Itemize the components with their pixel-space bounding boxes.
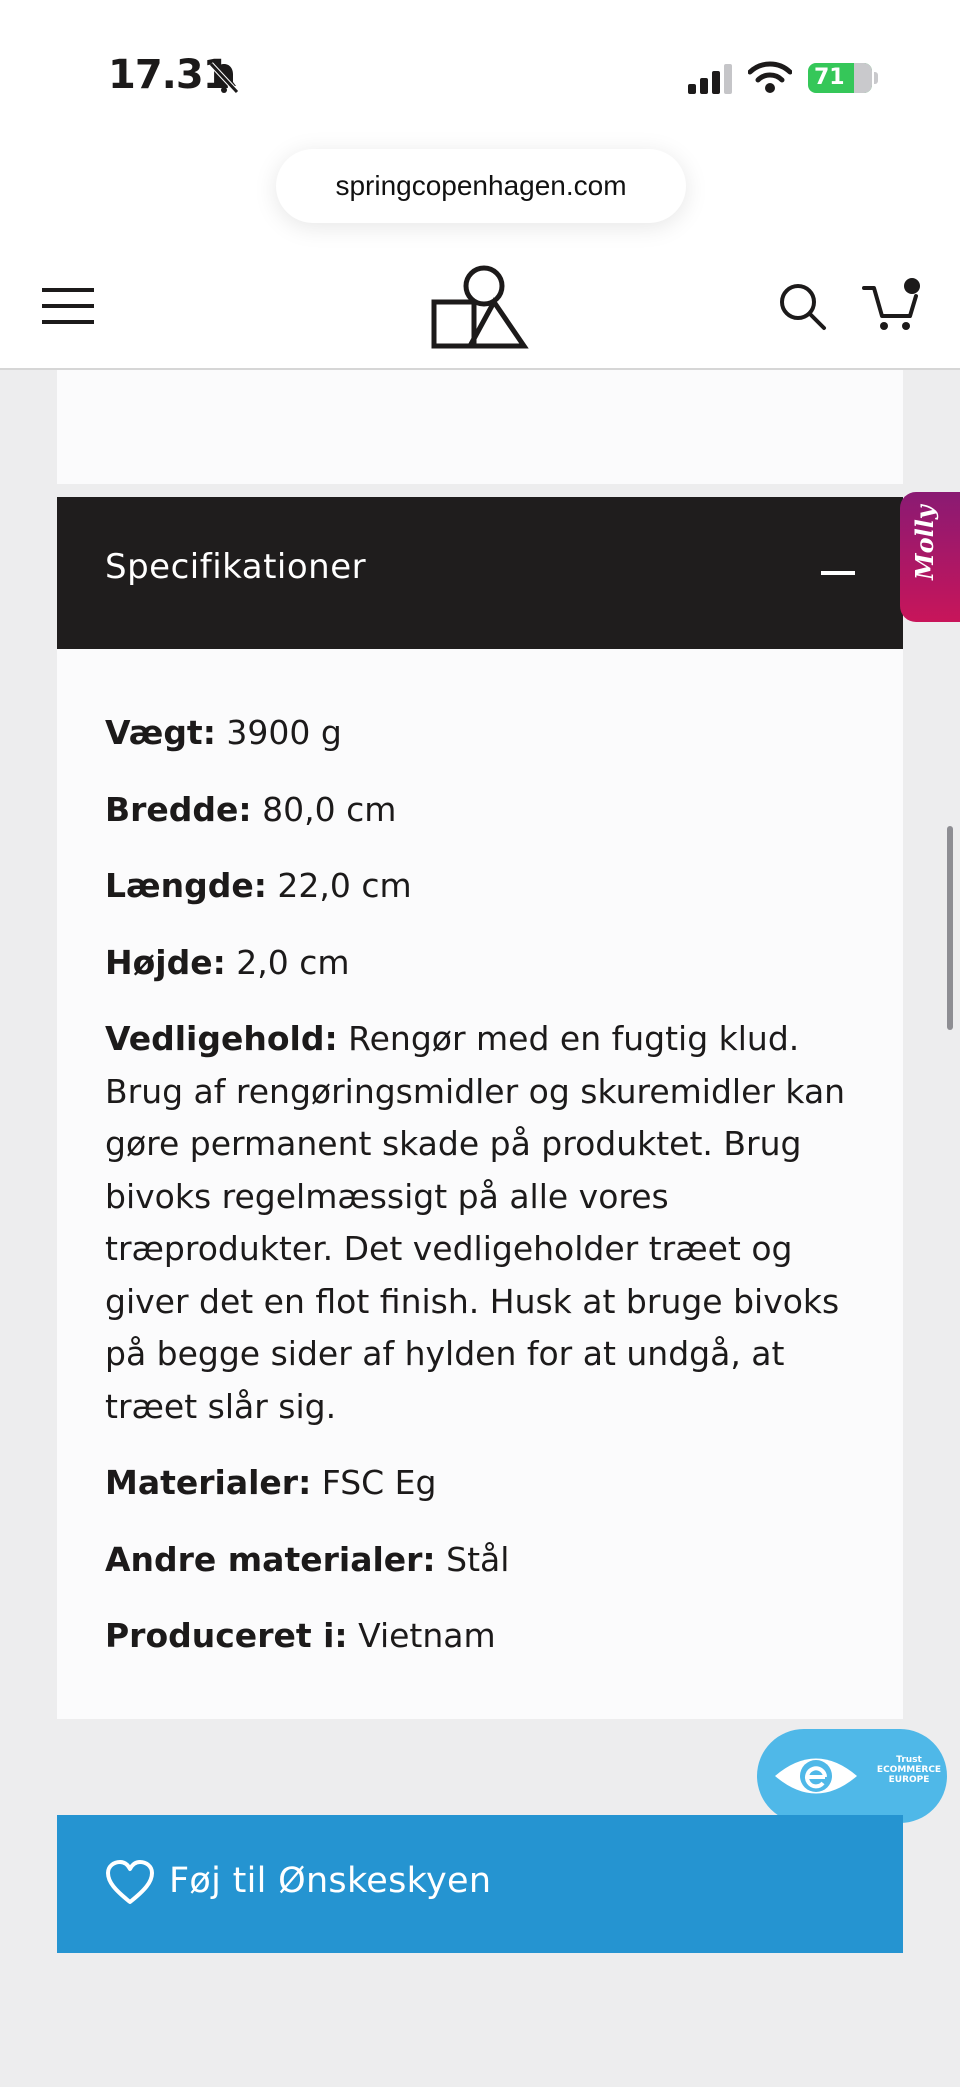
spec-row-materials: Materialer: FSC Eg: [105, 1463, 437, 1502]
spec-row-produced-in: Produceret i: Vietnam: [105, 1616, 496, 1655]
specifications-accordion-header[interactable]: Specifikationer: [57, 497, 903, 649]
bell-slash-icon: [209, 62, 239, 94]
accordion-title: Specifikationer: [105, 547, 367, 587]
status-bar: 17.31 71: [0, 0, 960, 140]
wishlist-label: Føj til Ønskeskyen: [169, 1861, 492, 1901]
molly-label: Molly: [910, 505, 939, 580]
spec-row-weight: Vægt: 3900 g: [105, 713, 342, 752]
ecommerce-europe-label: Trust ECOMMERCE EUROPE: [876, 1755, 942, 1785]
spring-copenhagen-logo-icon[interactable]: [430, 264, 530, 350]
cart-icon[interactable]: [862, 278, 922, 334]
spec-row-width: Bredde: 80,0 cm: [105, 789, 397, 829]
page-scrollbar[interactable]: [947, 826, 953, 1030]
address-bar[interactable]: springcopenhagen.com: [276, 149, 686, 223]
search-icon[interactable]: [778, 282, 828, 332]
wifi-icon: [748, 61, 792, 93]
spec-list: Vægt: 3900 g Bredde: 80,0 cm Længde: 22,…: [105, 707, 865, 1687]
site-header: [0, 248, 960, 370]
browser-address-area: springcopenhagen.com: [0, 140, 960, 248]
spec-row-other-materials: Andre materialer: Stål: [105, 1539, 510, 1579]
minus-icon[interactable]: [821, 571, 855, 575]
eye-icon: [775, 1758, 857, 1794]
heart-icon: [106, 1860, 154, 1904]
spec-row-height: Højde: 2,0 cm: [105, 942, 350, 982]
battery-nub: [874, 72, 878, 84]
previous-section-card: [57, 370, 903, 484]
battery-level: 71: [814, 65, 845, 90]
spec-row-maintenance: Vedligehold: Rengør med en fugtig klud. …: [105, 1019, 846, 1426]
add-to-wishlist-button[interactable]: Føj til Ønskeskyen: [57, 1815, 903, 1953]
ecommerce-europe-trust-badge[interactable]: Trust ECOMMERCE EUROPE: [757, 1729, 947, 1823]
molly-chat-tab[interactable]: Molly: [900, 492, 960, 622]
battery-indicator: 71: [808, 63, 872, 93]
specifications-panel: Vægt: 3900 g Bredde: 80,0 cm Længde: 22,…: [57, 649, 903, 1719]
cellular-signal-icon: [688, 64, 732, 94]
hamburger-menu-icon[interactable]: [40, 286, 96, 326]
spec-row-length: Længde: 22,0 cm: [105, 866, 412, 905]
